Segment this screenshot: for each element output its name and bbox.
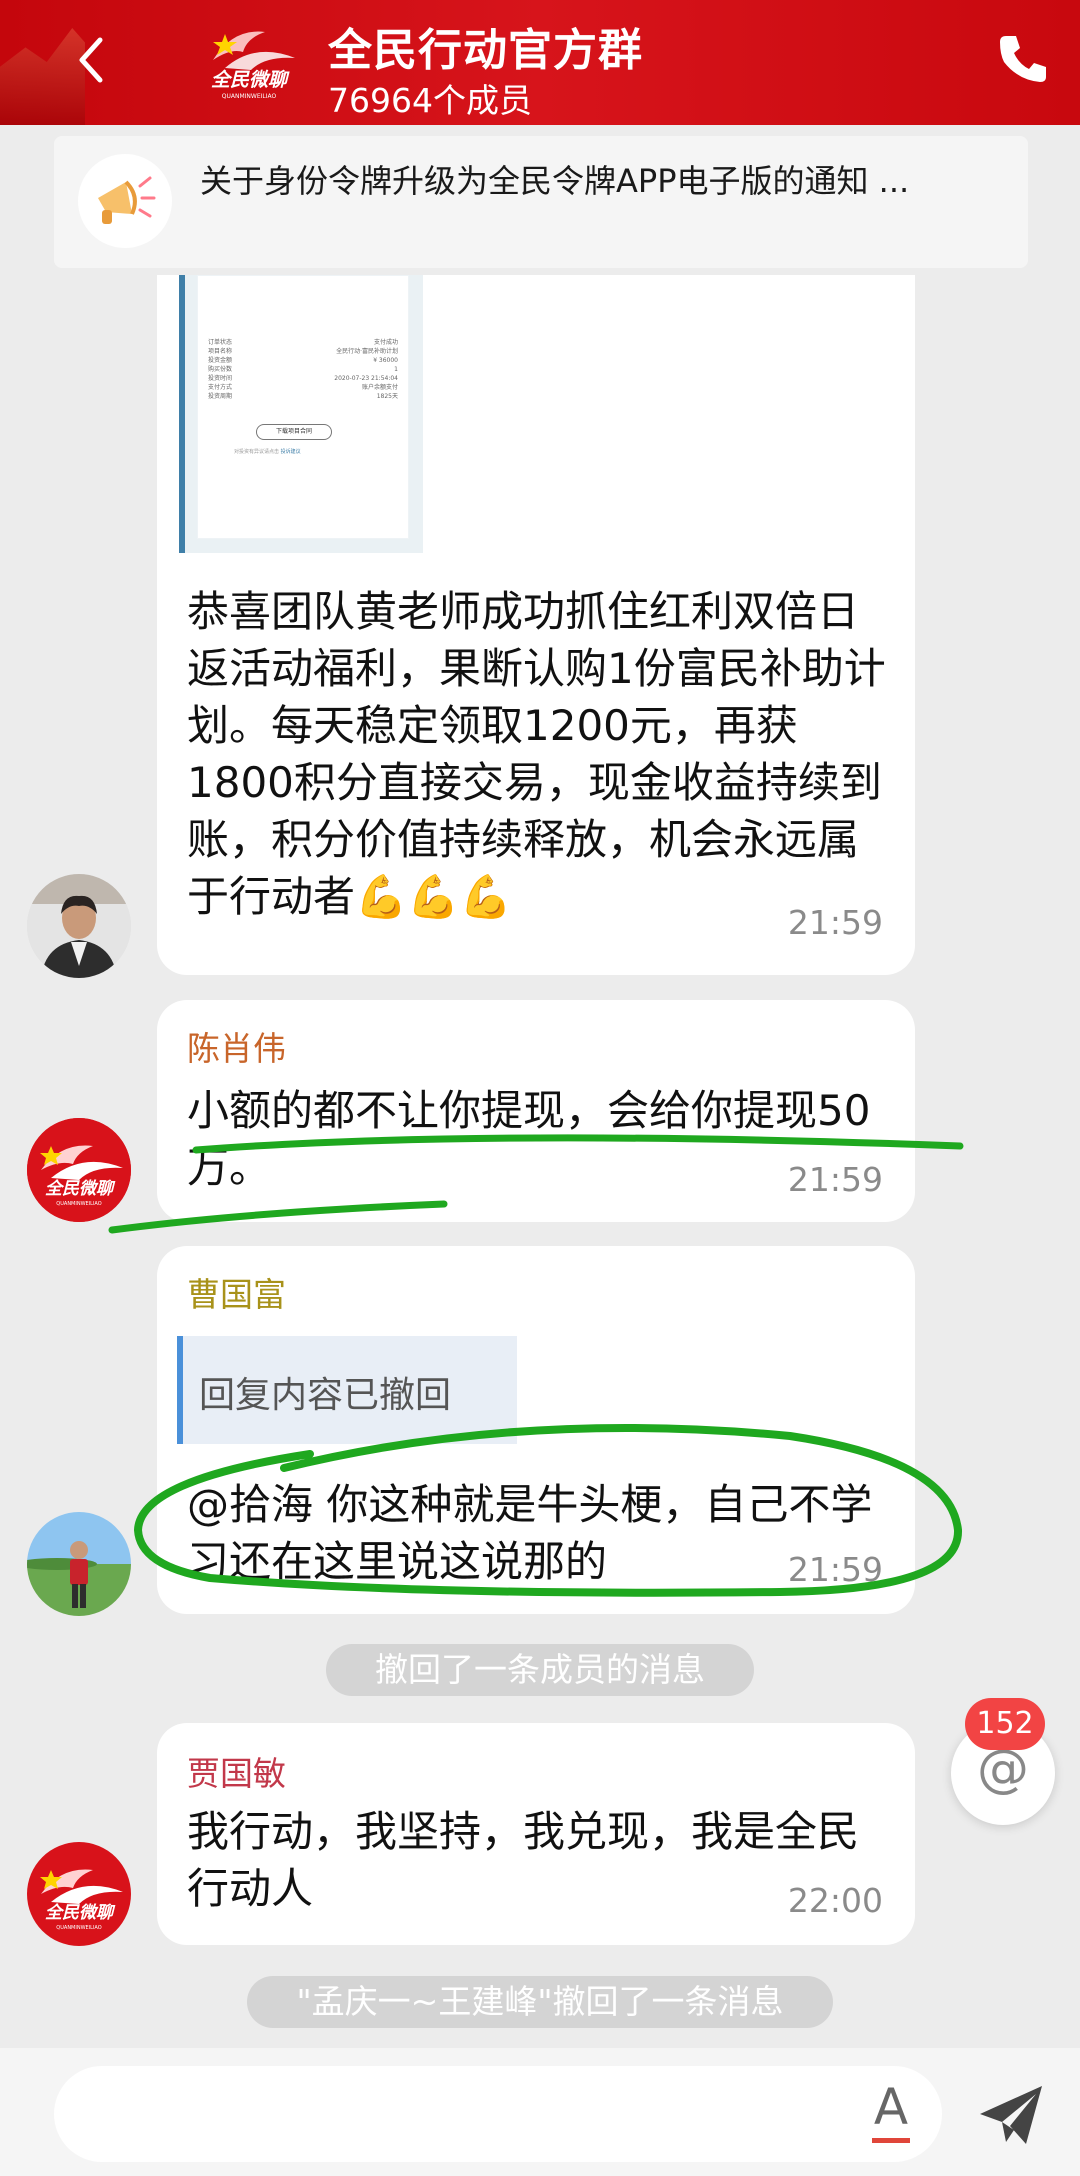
screenshot-row: 购买份数 1 bbox=[208, 365, 398, 374]
screenshot-row-value: 1 bbox=[394, 366, 398, 373]
screenshot-row: 支付方式 账户余额支付 bbox=[208, 383, 398, 392]
message-time: 21:59 bbox=[787, 1160, 883, 1199]
message-time: 21:59 bbox=[787, 1550, 883, 1589]
avatar[interactable] bbox=[27, 874, 131, 978]
screenshot-row: 投资时间 2020-07-23 21:54:04 bbox=[208, 374, 398, 383]
megaphone-icon bbox=[78, 154, 172, 248]
screenshot-row-value: 支付成功 bbox=[373, 339, 398, 346]
unread-mention-badge: 152 bbox=[965, 1698, 1045, 1750]
chat-header: 全民微聊 QUANMINWEILIAO 全民行动官方群 76964个成员 bbox=[0, 0, 1080, 125]
system-notice: "孟庆一~王建峰"撤回了一条消息 bbox=[247, 1976, 833, 2028]
screenshot-row-value: 1825天 bbox=[376, 393, 398, 400]
sender-name[interactable]: 陈肖伟 bbox=[187, 1022, 286, 1070]
message-text: @拾海 你这种就是牛头梗，自己不学习还在这里说这说那的 bbox=[187, 1480, 873, 1586]
member-count[interactable]: 76964个成员 bbox=[328, 74, 532, 122]
screenshot-row-label: 支付方式 bbox=[208, 384, 233, 391]
group-logo-icon: 全民微聊 QUANMINWEILIAO bbox=[211, 31, 295, 100]
screenshot-row-label: 投资金额 bbox=[208, 357, 233, 364]
quoted-reply[interactable]: 回复内容已撤回 bbox=[177, 1336, 517, 1444]
screenshot-row: 投资金额 ¥ 36000 bbox=[208, 356, 398, 365]
screenshot-row-label: 项目名称 bbox=[208, 348, 233, 355]
message-bubble[interactable]: 贾国敏 我行动，我坚持，我兑现，我是全民行动人 22:00 bbox=[157, 1723, 915, 1945]
svg-text:QUANMINWEILIAO: QUANMINWEILIAO bbox=[56, 1201, 101, 1207]
input-bar bbox=[0, 2048, 1080, 2176]
group-title: 全民行动官方群 bbox=[328, 25, 643, 76]
svg-text:QUANMINWEILIAO: QUANMINWEILIAO bbox=[56, 1925, 101, 1931]
message-text: 我行动，我坚持，我兑现，我是全民行动人 bbox=[187, 1807, 860, 1913]
screenshot-row-label: 购买份数 bbox=[208, 366, 233, 373]
message-bubble[interactable]: 曹国富 回复内容已撤回 @拾海 你这种就是牛头梗，自己不学习还在这里说这说那的 … bbox=[157, 1246, 915, 1614]
shared-screenshot-image[interactable]: 订单状态 支付成功 项目名称 全民行动·富民补助计划 投资金额 ¥ 36000 购买份数 1 投… bbox=[179, 275, 423, 553]
avatar[interactable]: 全民微聊 QUANMINWEILIAO bbox=[27, 1842, 131, 1946]
phone-call-icon[interactable] bbox=[992, 28, 1054, 90]
message-time: 21:59 bbox=[787, 903, 883, 942]
message-text: 恭喜团队黄老师成功抓住红利双倍日返活动福利，果断认购1份富民补助计划。每天稳定领… bbox=[187, 587, 886, 921]
message-bubble[interactable]: 订单状态 支付成功 项目名称 全民行动·富民补助计划 投资金额 ¥ 36000 购买份数 1 投… bbox=[157, 275, 915, 975]
message-bubble[interactable]: 陈肖伟 小额的都不让你提现，会给你提现50万。 21:59 bbox=[157, 1000, 915, 1222]
screenshot-footnote-link: 投诉建议 bbox=[280, 449, 301, 455]
screenshot-row-value: 2020-07-23 21:54:04 bbox=[334, 375, 398, 382]
download-contract-button: 下载项目合同 bbox=[256, 424, 332, 440]
message-text: 小额的都不让你提现，会给你提现50万。 bbox=[187, 1086, 871, 1192]
screenshot-footnote: 对投资有异议请点击 bbox=[234, 449, 280, 455]
announcement-bar[interactable]: 关于身份令牌升级为全民令牌APP电子版的通知 ... bbox=[54, 136, 1028, 268]
message-input[interactable] bbox=[54, 2066, 942, 2162]
screenshot-row-value: 账户余额支付 bbox=[361, 384, 398, 391]
sender-name[interactable]: 贾国敏 bbox=[187, 1747, 286, 1795]
screenshot-row: 投资周期 1825天 bbox=[208, 392, 398, 401]
send-icon[interactable] bbox=[976, 2082, 1046, 2148]
screenshot-row-label: 投资周期 bbox=[208, 393, 233, 400]
screenshot-row: 订单状态 支付成功 bbox=[208, 338, 398, 347]
screenshot-row-label: 投资时间 bbox=[208, 375, 233, 382]
system-notice: 撤回了一条成员的消息 bbox=[326, 1644, 754, 1696]
quoted-reply-text: 回复内容已撤回 bbox=[199, 1375, 452, 1416]
avatar[interactable]: 全民微聊 QUANMINWEILIAO bbox=[27, 1118, 131, 1222]
logo-text: 全民微聊 bbox=[211, 69, 290, 91]
sender-name[interactable]: 曹国富 bbox=[187, 1268, 286, 1316]
announcement-text: 关于身份令牌升级为全民令牌APP电子版的通知 ... bbox=[200, 162, 910, 200]
text-format-button[interactable]: A bbox=[866, 2078, 916, 2148]
screenshot-row-label: 订单状态 bbox=[208, 339, 233, 346]
message-time: 22:00 bbox=[787, 1881, 883, 1920]
screenshot-row-value: ¥ 36000 bbox=[373, 357, 398, 364]
avatar[interactable] bbox=[27, 1512, 131, 1616]
screenshot-row-value: 全民行动·富民补助计划 bbox=[336, 348, 398, 355]
back-arrow-icon[interactable] bbox=[64, 30, 124, 90]
logo-subtext: QUANMINWEILIAO bbox=[222, 93, 277, 100]
screenshot-row: 项目名称 全民行动·富民补助计划 bbox=[208, 347, 398, 356]
svg-text:全民微聊: 全民微聊 bbox=[45, 1903, 116, 1923]
svg-text:全民微聊: 全民微聊 bbox=[45, 1179, 116, 1199]
font-a-icon: A bbox=[873, 2078, 909, 2136]
